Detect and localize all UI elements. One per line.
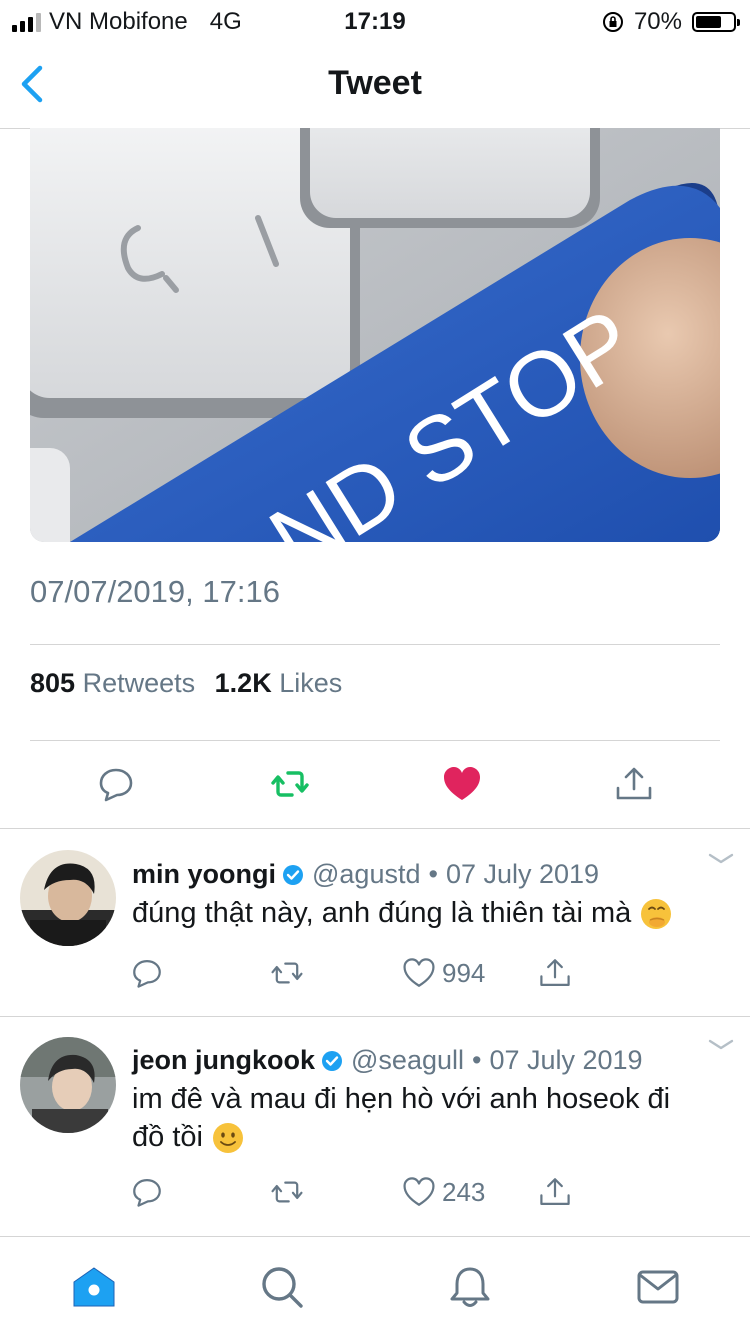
retweets-count[interactable]: 805 — [30, 668, 75, 698]
page-title: Tweet — [328, 64, 422, 102]
share-icon[interactable] — [538, 956, 572, 990]
nav-bar: Tweet — [0, 40, 750, 129]
reply-icon[interactable] — [96, 764, 136, 804]
reply-author-name[interactable]: jeon jungkook — [132, 1045, 315, 1076]
like-heart-icon[interactable] — [442, 764, 482, 804]
reply-icon[interactable] — [130, 1175, 164, 1209]
reply-date: 07 July 2019 — [445, 859, 600, 889]
reply-text: im đê và mau đi hẹn hò với anh hoseok đi… — [132, 1080, 722, 1156]
likes-count[interactable]: 1.2K — [215, 668, 272, 698]
retweets-label[interactable]: Retweets — [83, 668, 196, 698]
chevron-down-icon[interactable] — [706, 849, 736, 869]
reply-handle[interactable]: @seagull — [351, 1045, 464, 1076]
tweet-actions — [0, 752, 750, 814]
verified-badge-icon — [321, 1050, 343, 1072]
battery-percent: 70% — [633, 8, 682, 35]
retweet-icon[interactable] — [270, 1175, 304, 1209]
battery-icon — [692, 12, 740, 32]
share-icon[interactable] — [614, 764, 654, 804]
verified-badge-icon — [282, 864, 304, 886]
like-count[interactable]: 994 — [442, 958, 485, 989]
divider — [0, 828, 750, 829]
bottom-tab-bar — [0, 1236, 750, 1335]
reply-actions: 243 — [130, 1175, 590, 1215]
reply-text-content: đúng thật này, anh đúng là thiên tài mà — [132, 897, 632, 929]
like-count[interactable]: 243 — [442, 1177, 485, 1208]
reply-date: 07 July 2019 — [489, 1045, 643, 1075]
avatar[interactable] — [20, 850, 116, 946]
divider — [0, 1016, 750, 1017]
keyboard-photo: ND STOP — [30, 128, 720, 542]
share-icon[interactable] — [538, 1175, 572, 1209]
reply-text-line-1: im đê và mau đi hẹn hò với anh hoseok đi — [132, 1083, 671, 1115]
orientation-lock-icon — [602, 12, 623, 32]
status-bar: VN Mobifone 4G 17:19 70% — [0, 0, 750, 40]
likes-label[interactable]: Likes — [279, 668, 342, 698]
slightly-smiling-face-emoji-icon — [213, 1123, 244, 1154]
tweet-timestamp: 07/07/2019, 17:16 — [30, 574, 280, 609]
divider — [30, 644, 720, 645]
reply-text: đúng thật này, anh đúng là thiên tài mà — [132, 894, 722, 932]
reply-header: jeon jungkook @seagull • 07 July 2019 — [132, 1045, 643, 1076]
reply-actions: 994 — [130, 956, 590, 996]
retweet-icon[interactable] — [270, 956, 304, 990]
like-heart-icon[interactable] — [402, 1175, 436, 1209]
meta-separator: • — [472, 1045, 482, 1075]
like-heart-icon[interactable] — [402, 956, 436, 990]
home-icon[interactable] — [72, 1265, 116, 1309]
face-with-hand-over-mouth-emoji-icon — [641, 899, 672, 930]
divider — [30, 740, 720, 741]
messages-icon[interactable] — [636, 1265, 680, 1309]
search-icon[interactable] — [260, 1265, 304, 1309]
reply-text-line-2: đồ tồi — [132, 1121, 203, 1153]
reply-handle[interactable]: @agustd — [312, 859, 420, 890]
notifications-icon[interactable] — [448, 1265, 492, 1309]
tweet-media-image[interactable]: ND STOP — [30, 128, 720, 542]
chevron-down-icon[interactable] — [706, 1035, 736, 1055]
tweet-stats: 805 Retweets 1.2K Likes — [30, 668, 354, 699]
meta-separator: • — [428, 859, 438, 889]
reply-author-name[interactable]: min yoongi — [132, 859, 276, 890]
reply-header: min yoongi @agustd • 07 July 2019 — [132, 859, 599, 890]
avatar[interactable] — [20, 1037, 116, 1133]
reply-icon[interactable] — [130, 956, 164, 990]
retweet-icon[interactable] — [270, 764, 310, 804]
